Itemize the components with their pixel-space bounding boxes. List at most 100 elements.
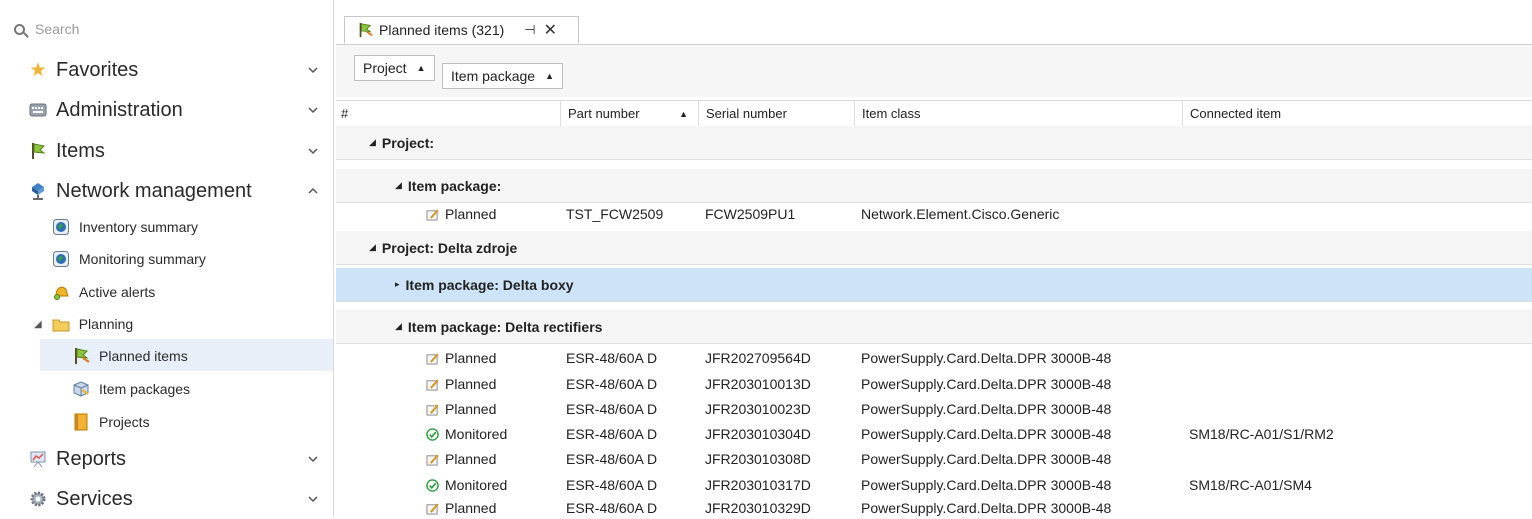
chevron-down-icon: [308, 496, 318, 503]
table-row[interactable]: Planned TST_FCW2509 FCW2509PU1 Network.E…: [336, 206, 1532, 223]
sort-up-icon: ▲: [679, 108, 688, 119]
chip-label: Project: [363, 60, 407, 76]
serial-number-cell: JFR203010023D: [705, 401, 811, 417]
nav-sub-label: Monitoring summary: [79, 251, 206, 267]
group-chip-project[interactable]: Project ▲: [354, 55, 435, 81]
nav-planned-items[interactable]: Planned items: [72, 341, 188, 371]
globe-icon: [52, 250, 70, 268]
group-row[interactable]: ◢ Item package: Delta rectifiers: [336, 310, 1532, 344]
expand-triangle-icon[interactable]: ◢: [34, 319, 42, 330]
pin-icon[interactable]: ⊣: [524, 22, 535, 38]
status-cell: Planned: [426, 500, 496, 517]
expand-triangle-icon[interactable]: ▸: [395, 279, 400, 290]
table-row[interactable]: Planned ESR-48/60A D JFR203010023D Power…: [336, 401, 1532, 418]
group-label: Project:: [381, 134, 435, 151]
main-panel: Planned items (321) ⊣ ✕ Project ▲ Item p…: [336, 0, 1532, 517]
folder-icon: [52, 315, 70, 333]
group-row[interactable]: ◢ Project:: [336, 126, 1532, 160]
nav-label: Reports: [56, 447, 127, 470]
nav-sub-label: Planning: [78, 316, 134, 332]
report-icon: [28, 449, 48, 469]
column-header-part-number[interactable]: Part number ▲: [560, 101, 698, 126]
serial-number-cell: JFR203010304D: [705, 426, 811, 442]
part-number-cell: ESR-48/60A D: [566, 477, 658, 493]
group-row-selected[interactable]: ▸ Item package: Delta boxy: [336, 268, 1532, 302]
group-chip-item-package[interactable]: Item package ▲: [442, 63, 563, 89]
nav-monitoring-summary[interactable]: Monitoring summary: [52, 244, 206, 274]
status-text: Planned: [445, 206, 497, 222]
column-label: Connected item: [1190, 106, 1282, 121]
chevron-down-icon: [308, 107, 318, 114]
group-label: Item package:: [407, 177, 502, 194]
item-class-cell: PowerSupply.Card.Delta.DPR 3000B-48: [861, 477, 1112, 493]
network-icon: [28, 181, 48, 201]
search-input[interactable]: Search: [35, 21, 79, 37]
group-row[interactable]: ◢ Project: Delta zdroje: [336, 231, 1532, 265]
package-icon: [72, 380, 90, 398]
nav-reports[interactable]: Reports: [0, 439, 334, 479]
table-row[interactable]: Planned ESR-48/60A D JFR203010329D Power…: [336, 500, 1532, 517]
collapse-triangle-icon[interactable]: ◢: [369, 137, 376, 148]
collapse-triangle-icon[interactable]: ◢: [395, 180, 402, 191]
flag-icon: [28, 141, 48, 161]
item-class-cell: PowerSupply.Card.Delta.DPR 3000B-48: [861, 500, 1112, 516]
table-row[interactable]: Monitored ESR-48/60A D JFR203010317D Pow…: [336, 477, 1532, 494]
search-icon: [14, 23, 25, 35]
tab-planned-items[interactable]: Planned items (321) ⊣ ✕: [344, 16, 579, 44]
planned-status-icon: [426, 454, 439, 466]
column-label: Item class: [862, 106, 921, 121]
part-number-cell: ESR-48/60A D: [566, 376, 658, 392]
collapse-triangle-icon[interactable]: ◢: [395, 321, 402, 332]
status-text: Monitored: [445, 477, 508, 493]
nav-favorites[interactable]: ★ Favorites: [0, 50, 334, 90]
nav-item-packages[interactable]: Item packages: [72, 374, 190, 404]
item-class-cell: PowerSupply.Card.Delta.DPR 3000B-48: [861, 376, 1112, 392]
serial-number-cell: JFR202709564D: [705, 350, 811, 366]
tab-title: Planned items (321): [379, 22, 505, 38]
collapse-triangle-icon[interactable]: ◢: [369, 242, 376, 253]
nav-sub-label: Inventory summary: [79, 219, 199, 235]
column-header-connected-item[interactable]: Connected item: [1182, 101, 1532, 126]
connected-item-cell: SM18/RC-A01/S1/RM2: [1189, 426, 1334, 442]
nav-projects[interactable]: Projects: [72, 407, 150, 437]
keyboard-icon: [28, 100, 48, 120]
table-row[interactable]: Planned ESR-48/60A D JFR202709564D Power…: [336, 350, 1532, 367]
nav-sub-label: Projects: [99, 414, 150, 430]
column-header-row: # Part number ▲ Serial number Item class…: [336, 100, 1532, 127]
nav-sub-label: Active alerts: [79, 284, 156, 300]
column-label: Serial number: [706, 106, 787, 121]
group-by-panel: Project ▲ Item package ▲: [336, 45, 1532, 97]
serial-number-cell: JFR203010329D: [705, 500, 811, 516]
connected-item-cell: SM18/RC-A01/SM4: [1189, 477, 1312, 493]
column-header-item-class[interactable]: Item class: [854, 101, 1182, 126]
monitored-check-icon: [426, 479, 439, 492]
nav-label: Administration: [56, 98, 183, 121]
part-number-cell: ESR-48/60A D: [566, 350, 658, 366]
planned-status-icon: [426, 353, 439, 365]
column-header-serial-number[interactable]: Serial number: [698, 101, 854, 126]
search-box[interactable]: Search: [14, 18, 314, 40]
nav-inventory-summary[interactable]: Inventory summary: [52, 212, 198, 242]
table-row[interactable]: Monitored ESR-48/60A D JFR203010304D Pow…: [336, 426, 1532, 443]
nav-label: Network management: [56, 179, 252, 202]
group-row[interactable]: ◢ Item package:: [336, 169, 1532, 203]
planned-status-icon: [426, 379, 439, 391]
group-label: Item package: Delta rectifiers: [407, 318, 603, 335]
bell-icon: [52, 283, 70, 301]
nav-administration[interactable]: Administration: [0, 90, 334, 130]
table-row[interactable]: Planned ESR-48/60A D JFR203010308D Power…: [336, 451, 1532, 468]
nav-active-alerts[interactable]: Active alerts: [52, 277, 155, 307]
status-cell: Planned: [426, 206, 496, 223]
part-number-cell: ESR-48/60A D: [566, 500, 658, 516]
nav-planning[interactable]: ◢ Planning: [34, 309, 133, 339]
nav-items[interactable]: Items: [0, 131, 334, 171]
gear-icon: [28, 489, 48, 509]
nav-label: Services: [56, 487, 133, 510]
close-icon[interactable]: ✕: [544, 20, 557, 40]
nav-network-management[interactable]: Network management: [0, 171, 334, 211]
serial-number-cell: JFR203010013D: [705, 376, 811, 392]
table-row[interactable]: Planned ESR-48/60A D JFR203010013D Power…: [336, 376, 1532, 393]
item-class-cell: PowerSupply.Card.Delta.DPR 3000B-48: [861, 451, 1112, 467]
column-header-number[interactable]: #: [336, 101, 560, 126]
nav-services[interactable]: Services: [0, 479, 334, 519]
